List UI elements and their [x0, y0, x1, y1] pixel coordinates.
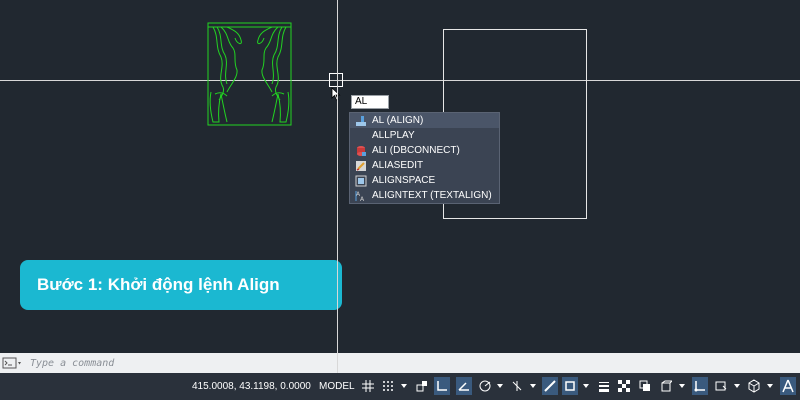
suggestion-label: ALIGNTEXT (TEXTALIGN): [372, 190, 492, 201]
selection-cycling-icon[interactable]: [637, 377, 653, 395]
object-snap-dropdown-icon[interactable]: [583, 380, 589, 392]
step-banner: Bước 1: Khởi động lệnh Align: [20, 260, 342, 310]
textalign-icon: AA: [354, 190, 368, 202]
align-icon: [354, 115, 368, 127]
isodraft-dropdown-icon[interactable]: [497, 380, 503, 392]
annotation-visibility-icon[interactable]: [780, 377, 796, 395]
curtain-block[interactable]: [205, 22, 295, 128]
object-snap-icon[interactable]: [562, 377, 578, 395]
ortho-mode-icon[interactable]: [434, 377, 450, 395]
suggestion-alignspace[interactable]: ALIGNSPACE: [350, 173, 499, 188]
suggestion-align[interactable]: AL (ALIGN): [350, 113, 499, 128]
gizmo-icon[interactable]: [746, 377, 762, 395]
suggestion-label: ALIASEDIT: [372, 160, 424, 171]
3d-object-snap-icon[interactable]: [658, 377, 674, 395]
selection-filter-icon[interactable]: [713, 377, 729, 395]
dynamic-input-field[interactable]: AL: [351, 95, 389, 109]
polar-tracking-icon[interactable]: [456, 377, 472, 395]
suggestion-allplay[interactable]: ALLPLAY: [350, 128, 499, 143]
crosshair-horizontal: [0, 80, 800, 81]
command-window-icon[interactable]: [2, 357, 24, 369]
crosshair-vertical: [337, 0, 338, 373]
suggestion-aligntext[interactable]: AA ALIGNTEXT (TEXTALIGN): [350, 188, 499, 203]
model-space-button[interactable]: MODEL: [316, 378, 358, 395]
isodraft-icon[interactable]: [478, 377, 494, 395]
pickbox-cursor: [329, 73, 343, 87]
alignspace-icon: [354, 175, 368, 187]
snap-mode-icon[interactable]: [380, 377, 396, 395]
svg-text:A: A: [360, 196, 365, 202]
object-snap-tracking-icon[interactable]: [509, 377, 525, 395]
snap-tracking-dropdown-icon[interactable]: [530, 380, 536, 392]
dbconnect-icon: [354, 145, 368, 157]
infer-constraints-icon[interactable]: [414, 377, 430, 395]
drawing-canvas[interactable]: AL AL (ALIGN) ALLPLAY ALI (DBCONNECT) AL…: [0, 0, 800, 353]
snap-dropdown-icon[interactable]: [401, 380, 407, 392]
show-lineweight-icon[interactable]: [596, 377, 612, 395]
command-placeholder: Type a command: [30, 357, 115, 369]
mouse-pointer-icon: [331, 87, 341, 101]
suggestion-label: ALLPLAY: [372, 130, 415, 141]
3d-snap-dropdown-icon[interactable]: [679, 380, 685, 392]
suggestion-dbconnect[interactable]: ALI (DBCONNECT): [350, 143, 499, 158]
suggestion-label: AL (ALIGN): [372, 115, 424, 126]
dynamic-ucs-icon[interactable]: [692, 377, 708, 395]
selection-filter-dropdown-icon[interactable]: [734, 380, 740, 392]
grid-display-icon[interactable]: [360, 377, 376, 395]
coordinate-readout[interactable]: 415.0008, 43.1198, 0.0000: [192, 378, 316, 395]
lineweight-icon[interactable]: [542, 377, 558, 395]
command-line[interactable]: Type a command: [0, 353, 800, 373]
suggestion-label: ALIGNSPACE: [372, 175, 436, 186]
suggestion-label: ALI (DBCONNECT): [372, 145, 460, 156]
command-suggestion-list: AL (ALIGN) ALLPLAY ALI (DBCONNECT) ALIAS…: [349, 112, 500, 204]
aliasedit-icon: [354, 160, 368, 172]
transparency-icon[interactable]: [616, 377, 632, 395]
suggestion-aliasedit[interactable]: ALIASEDIT: [350, 158, 499, 173]
gizmo-dropdown-icon[interactable]: [767, 380, 773, 392]
banner-text: Bước 1: Khởi động lệnh Align: [37, 275, 280, 294]
